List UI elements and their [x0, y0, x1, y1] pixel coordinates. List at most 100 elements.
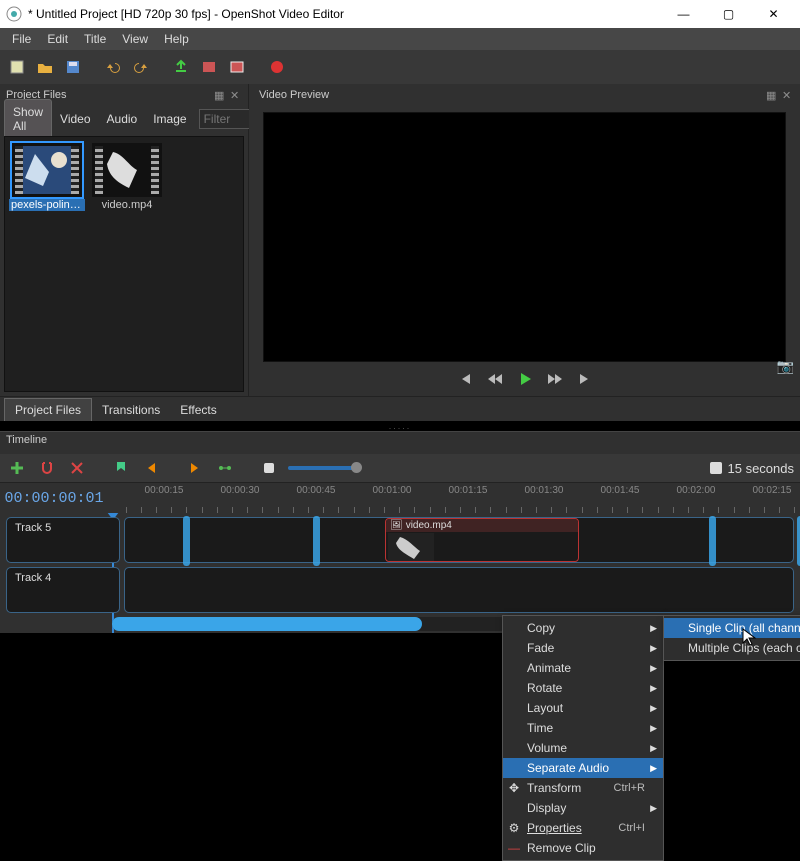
- next-marker-button[interactable]: [184, 457, 206, 479]
- video-preview[interactable]: [263, 112, 786, 362]
- submenu-arrow-icon: ▶: [650, 743, 657, 754]
- fastforward-button[interactable]: [546, 370, 564, 388]
- jump-end-button[interactable]: [576, 370, 594, 388]
- ctx-rotate[interactable]: Rotate▶: [503, 678, 663, 698]
- add-marker-button[interactable]: [110, 457, 132, 479]
- project-files-panel: Project Files ▦ ✕ Show All Video Audio I…: [0, 84, 249, 396]
- snap-label: 15 seconds: [728, 461, 795, 476]
- window-close[interactable]: ✕: [751, 0, 796, 28]
- jump-start-button[interactable]: [456, 370, 474, 388]
- snap-checkbox[interactable]: [710, 462, 722, 474]
- panel-undock-icon[interactable]: ▦: [766, 89, 778, 101]
- menu-file[interactable]: File: [4, 30, 39, 48]
- zoom-slider[interactable]: [288, 466, 358, 470]
- ctx-fade[interactable]: Fade▶: [503, 638, 663, 658]
- clip-icon: 🖼: [390, 520, 403, 531]
- menu-title[interactable]: Title: [76, 30, 114, 48]
- clip-context-menu: Copy▶Fade▶Animate▶Rotate▶Layout▶Time▶Vol…: [502, 615, 664, 861]
- timeline-clip[interactable]: 🖼video.mp4: [385, 518, 579, 562]
- tab-project-files[interactable]: Project Files: [4, 398, 92, 421]
- menubar: File Edit Title View Help: [0, 28, 800, 50]
- ctx-item-label: Animate: [527, 661, 571, 675]
- menu-view[interactable]: View: [114, 30, 156, 48]
- panel-close-icon[interactable]: ✕: [230, 89, 242, 101]
- ctx-copy[interactable]: Copy▶: [503, 618, 663, 638]
- new-project-button[interactable]: [6, 56, 28, 78]
- ctx-item-icon: ✥: [507, 781, 521, 795]
- clip-thumbnail: [388, 533, 434, 561]
- clip-edge-handle[interactable]: [709, 516, 716, 566]
- import-files-button[interactable]: [170, 56, 192, 78]
- undo-button[interactable]: [102, 56, 124, 78]
- rewind-button[interactable]: [486, 370, 504, 388]
- window-maximize[interactable]: ▢: [706, 0, 751, 28]
- ctx-remove-clip[interactable]: —Remove Clip: [503, 838, 663, 858]
- clip-edge-handle[interactable]: [183, 516, 190, 566]
- clip-edge-handle[interactable]: [313, 516, 320, 566]
- ctx-item-label: Separate Audio: [527, 761, 609, 775]
- ctx-item-label: Volume: [527, 741, 567, 755]
- ctx-time[interactable]: Time ▶: [503, 718, 663, 738]
- fullscreen-button[interactable]: [226, 56, 248, 78]
- ruler-tick: 00:02:15: [753, 485, 792, 496]
- ctx-layout[interactable]: Layout▶: [503, 698, 663, 718]
- menu-edit[interactable]: Edit: [39, 30, 76, 48]
- tab-transitions[interactable]: Transitions: [92, 399, 170, 421]
- filter-tab-video[interactable]: Video: [52, 107, 98, 131]
- file-thumbnail[interactable]: [92, 143, 162, 197]
- file-item[interactable]: video.mp4: [91, 143, 163, 385]
- timecode-display[interactable]: 00:00:00:01: [0, 483, 108, 513]
- profile-button[interactable]: [198, 56, 220, 78]
- snap-button[interactable]: [36, 457, 58, 479]
- track-lane[interactable]: 🖼video.mp4: [124, 517, 794, 563]
- save-project-button[interactable]: [62, 56, 84, 78]
- ctx-item-label: Remove Clip: [527, 841, 596, 855]
- submenu-arrow-icon: ▶: [650, 663, 657, 674]
- ctx-multiple-clips-each-channel-[interactable]: Multiple Clips (each channel): [664, 638, 800, 658]
- ctx-display[interactable]: Display▶: [503, 798, 663, 818]
- ctx-animate[interactable]: Animate ▶: [503, 658, 663, 678]
- file-item[interactable]: pexels-polina-ta...: [11, 143, 83, 385]
- ctx-properties[interactable]: ⚙PropertiesCtrl+I: [503, 818, 663, 838]
- export-button[interactable]: [266, 56, 288, 78]
- track-label[interactable]: Track 4: [6, 567, 120, 613]
- transport-controls: [263, 362, 786, 396]
- submenu-arrow-icon: ▶: [650, 723, 657, 734]
- redo-button[interactable]: [130, 56, 152, 78]
- track-label[interactable]: Track 5: [6, 517, 120, 563]
- ctx-single-clip-all-channels-[interactable]: Single Clip (all channels): [664, 618, 800, 638]
- clip-title: video.mp4: [406, 520, 452, 531]
- ctx-item-label: Time: [527, 721, 553, 735]
- ctx-item-label: Layout: [527, 701, 563, 715]
- file-browser[interactable]: pexels-polina-ta... video.mp4: [4, 136, 244, 392]
- submenu-arrow-icon: ▶: [650, 803, 657, 814]
- track-lane[interactable]: [124, 567, 794, 613]
- panel-close-icon[interactable]: ✕: [782, 89, 794, 101]
- menu-help[interactable]: Help: [156, 30, 197, 48]
- file-thumbnail[interactable]: [12, 143, 82, 197]
- prev-marker-button[interactable]: [140, 457, 162, 479]
- ctx-shortcut: Ctrl+I: [618, 822, 645, 834]
- razor-button[interactable]: [66, 457, 88, 479]
- snapshot-icon[interactable]: 📷: [777, 358, 794, 375]
- ctx-item-label: Rotate: [527, 681, 562, 695]
- filter-tab-showall[interactable]: Show All: [4, 99, 52, 139]
- add-track-button[interactable]: [6, 457, 28, 479]
- window-minimize[interactable]: —: [661, 0, 706, 28]
- center-playhead-button[interactable]: [214, 457, 236, 479]
- ctx-shortcut: Ctrl+R: [614, 782, 645, 794]
- timeline-ruler[interactable]: 00:00:00:01 00:00:1500:00:3000:00:4500:0…: [0, 482, 800, 513]
- filter-tab-image[interactable]: Image: [145, 107, 194, 131]
- tab-effects[interactable]: Effects: [170, 399, 226, 421]
- panel-undock-icon[interactable]: ▦: [214, 89, 226, 101]
- window-title: * Untitled Project [HD 720p 30 fps] - Op…: [28, 7, 661, 21]
- filter-tab-audio[interactable]: Audio: [99, 107, 146, 131]
- play-button[interactable]: [516, 370, 534, 388]
- open-project-button[interactable]: [34, 56, 56, 78]
- ctx-volume[interactable]: Volume ▶: [503, 738, 663, 758]
- ctx-separate-audio[interactable]: Separate Audio▶: [503, 758, 663, 778]
- ruler-tick: 00:01:45: [601, 485, 640, 496]
- ctx-transform[interactable]: ✥TransformCtrl+R: [503, 778, 663, 798]
- ruler-tick: 00:00:15: [145, 485, 184, 496]
- panel-grip[interactable]: .....: [0, 421, 800, 431]
